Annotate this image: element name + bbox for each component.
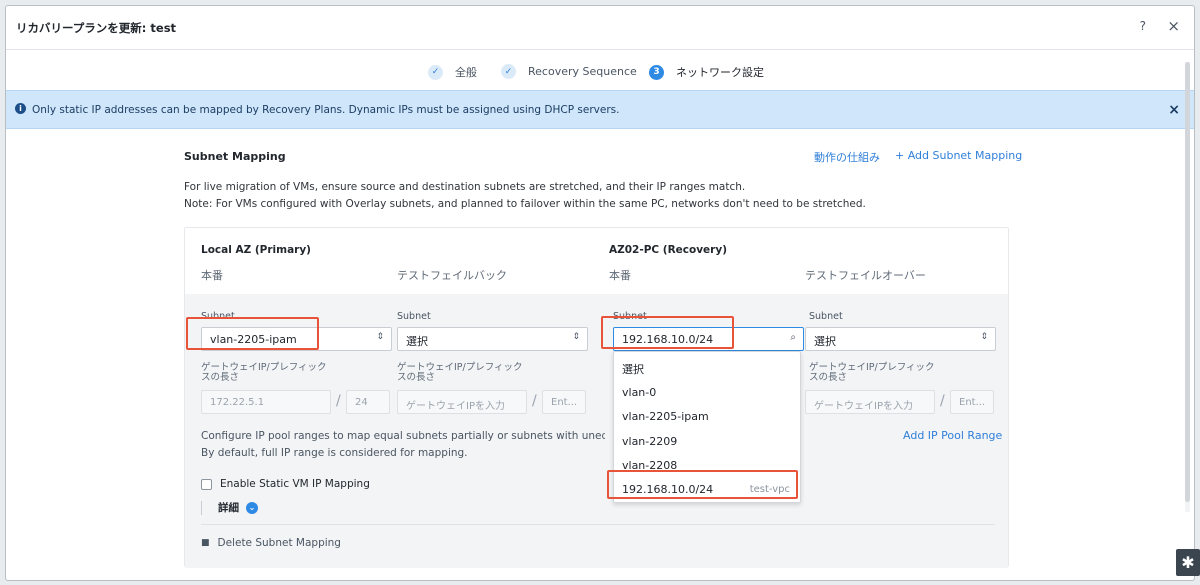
step-number: 3 bbox=[649, 64, 664, 80]
asterisk-icon[interactable]: ✱ bbox=[1176, 549, 1200, 576]
recovery-test-prefix-input: Ent... bbox=[950, 390, 994, 414]
dialog-title: リカバリープランを更新: test bbox=[16, 21, 177, 35]
local-prod-subnet-select[interactable]: vlan-2205-ipam ⇕ bbox=[201, 327, 392, 351]
details-toggle[interactable]: 詳細 ⌄ bbox=[201, 500, 258, 515]
recovery-prod-subnet-search[interactable]: 192.168.10.0/24 ⌕ bbox=[613, 327, 804, 351]
scrollbar-thumb[interactable] bbox=[1185, 62, 1190, 502]
dropdown-option[interactable]: vlan-0 bbox=[614, 380, 800, 404]
details-label: 詳細 bbox=[218, 502, 239, 514]
recovery-test-gateway-input: ゲートウェイIPを入力 bbox=[805, 390, 935, 414]
wizard-steps: ✓ 全般 ✓ Recovery Sequence 3 ネットワーク設定 bbox=[6, 50, 1194, 90]
dropdown-option-selected[interactable]: 192.168.10.0/24 test-vpc bbox=[614, 477, 800, 501]
local-test-subnet-select[interactable]: 選択 ⇕ bbox=[397, 327, 588, 351]
gateway-label: ゲートウェイIP/プレフィック スの長さ bbox=[809, 362, 935, 383]
ip-pool-description: Configure IP pool ranges to map equal su… bbox=[201, 430, 605, 459]
section-title: Subnet Mapping bbox=[184, 150, 286, 163]
recovery-prod-label: 本番 bbox=[609, 269, 631, 282]
step-label: 全般 bbox=[455, 66, 477, 79]
description-text: For live migration of VMs, ensure source… bbox=[184, 181, 746, 193]
dropdown-option[interactable]: 選択 bbox=[614, 355, 800, 379]
local-prod-prefix-input: 24 bbox=[346, 390, 390, 414]
slash-divider: / bbox=[532, 393, 537, 409]
delete-subnet-mapping-button[interactable]: ■ Delete Subnet Mapping bbox=[201, 537, 341, 549]
mapping-body: Subnet vlan-2205-ipam ⇕ ゲートウェイIP/プレフィックス… bbox=[185, 294, 1008, 568]
recovery-test-label: テストフェイルオーバー bbox=[805, 269, 926, 282]
select-value: 選択 bbox=[406, 335, 428, 348]
divider bbox=[201, 500, 202, 515]
updown-arrow-icon: ⇕ bbox=[980, 332, 988, 342]
banner-text: Only static IP addresses can be mapped b… bbox=[32, 104, 620, 116]
updown-arrow-icon: ⇕ bbox=[572, 332, 580, 342]
gateway-label: ゲートウェイIP/プレフィック スの長さ bbox=[397, 362, 523, 383]
recovery-az-title: AZ02-PC (Recovery) bbox=[609, 244, 727, 256]
subnet-mapping-card: Local AZ (Primary) 本番 テストフェイルバック AZ02-PC… bbox=[184, 227, 1009, 568]
dropdown-option[interactable]: vlan-2209 bbox=[614, 429, 800, 453]
checkbox-label: Enable Static VM IP Mapping bbox=[220, 478, 370, 490]
subnet-label: Subnet bbox=[201, 311, 235, 322]
info-icon: i bbox=[15, 103, 26, 114]
step-network-settings[interactable]: 3 ネットワーク設定 bbox=[649, 64, 764, 80]
divider bbox=[201, 524, 995, 525]
slash-divider: / bbox=[940, 393, 945, 409]
step-label: Recovery Sequence bbox=[528, 65, 637, 78]
recovery-plan-dialog: リカバリープランを更新: test ? × ✓ 全般 ✓ Recovery Se… bbox=[5, 5, 1195, 581]
gateway-label: ゲートウェイIP/プレフィック スの長さ bbox=[201, 362, 327, 383]
dialog-header: リカバリープランを更新: test ? × bbox=[6, 6, 1194, 50]
step-label: ネットワーク設定 bbox=[676, 66, 764, 79]
add-subnet-mapping-link[interactable]: + Add Subnet Mapping bbox=[895, 149, 1022, 162]
dropdown-option[interactable]: vlan-2205-ipam bbox=[614, 404, 800, 428]
help-icon[interactable]: ? bbox=[1140, 19, 1146, 33]
subnet-label: Subnet bbox=[613, 311, 647, 322]
local-prod-label: 本番 bbox=[201, 269, 223, 282]
local-test-prefix-input: Ent... bbox=[542, 390, 586, 414]
local-test-gateway-input: ゲートウェイIPを入力 bbox=[397, 390, 527, 414]
slash-divider: / bbox=[336, 393, 341, 409]
recovery-test-subnet-select[interactable]: 選択 ⇕ bbox=[805, 327, 996, 351]
select-value: 選択 bbox=[814, 335, 836, 348]
close-icon[interactable]: × bbox=[1167, 17, 1180, 35]
subnet-label: Subnet bbox=[397, 311, 431, 322]
note-text: Note: For VMs configured with Overlay su… bbox=[184, 198, 866, 210]
select-value: vlan-2205-ipam bbox=[210, 333, 297, 346]
info-banner: i Only static IP addresses can be mapped… bbox=[6, 90, 1194, 129]
local-test-label: テストフェイルバック bbox=[397, 269, 507, 282]
search-value: 192.168.10.0/24 bbox=[622, 333, 714, 346]
banner-close-icon[interactable]: × bbox=[1168, 102, 1180, 118]
checkbox[interactable] bbox=[201, 478, 212, 490]
mapping-header: Local AZ (Primary) 本番 テストフェイルバック AZ02-PC… bbox=[185, 228, 1008, 294]
local-prod-gateway-input: 172.22.5.1 bbox=[201, 390, 331, 414]
subnet-label: Subnet bbox=[809, 311, 843, 322]
subnet-dropdown-list: 選択 vlan-0 vlan-2205-ipam vlan-2209 vlan-… bbox=[613, 351, 801, 503]
add-ip-pool-range-link[interactable]: Add IP Pool Range bbox=[903, 429, 1002, 442]
static-vm-ip-mapping[interactable]: Enable Static VM IP Mapping bbox=[201, 478, 370, 490]
trash-icon: ■ bbox=[201, 538, 210, 548]
chevron-down-icon: ⌄ bbox=[246, 501, 258, 514]
search-icon: ⌕ bbox=[790, 332, 796, 343]
check-icon: ✓ bbox=[428, 64, 443, 80]
how-it-works-link[interactable]: 動作の仕組み bbox=[814, 149, 880, 165]
dropdown-option[interactable]: vlan-2208 bbox=[614, 453, 800, 477]
subnet-mapping-section: Subnet Mapping 動作の仕組み + Add Subnet Mappi… bbox=[6, 130, 1194, 580]
step-recovery-sequence[interactable]: ✓ Recovery Sequence bbox=[501, 64, 637, 79]
delete-label: Delete Subnet Mapping bbox=[217, 537, 341, 549]
vpc-label: test-vpc bbox=[749, 484, 790, 495]
step-general[interactable]: ✓ 全般 bbox=[428, 64, 477, 80]
check-icon: ✓ bbox=[501, 64, 516, 79]
local-az-title: Local AZ (Primary) bbox=[201, 244, 311, 256]
updown-arrow-icon: ⇕ bbox=[376, 332, 384, 342]
